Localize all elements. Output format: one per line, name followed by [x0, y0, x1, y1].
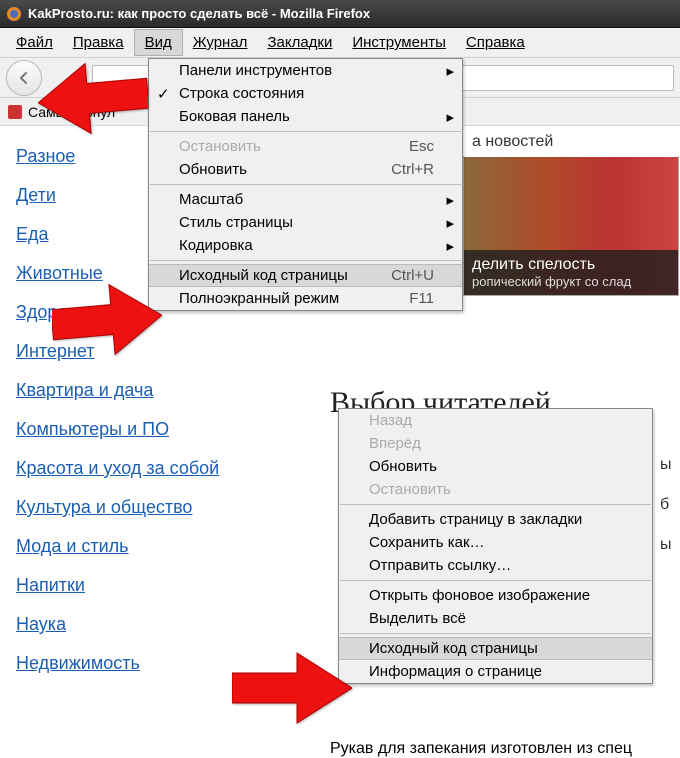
- sidebar-link[interactable]: Компьютеры и ПО: [16, 419, 276, 440]
- sidebar-link[interactable]: Культура и общество: [16, 497, 276, 518]
- menu-history[interactable]: Журнал: [183, 30, 258, 55]
- menu-separator: [150, 260, 461, 261]
- menubar: Файл Правка Вид Журнал Закладки Инструме…: [0, 28, 680, 58]
- bookmark-folder-icon: [8, 105, 22, 119]
- menu-separator: [340, 504, 651, 505]
- arrow-left-icon: [16, 70, 32, 86]
- sidebar-link[interactable]: Квартира и дача: [16, 380, 276, 401]
- menu-separator: [150, 184, 461, 185]
- firefox-icon: [6, 6, 22, 22]
- menu-help[interactable]: Справка: [456, 30, 535, 55]
- hero-title: делить спелость: [472, 256, 670, 274]
- menu-bookmarks[interactable]: Закладки: [257, 30, 342, 55]
- menu-toolbars[interactable]: Панели инструментов ▸: [149, 59, 462, 82]
- ctx-saveas[interactable]: Сохранить как…: [339, 531, 652, 554]
- ctx-back: Назад: [339, 409, 652, 432]
- sidebar-link[interactable]: Мода и стиль: [16, 536, 276, 557]
- annotation-arrow-icon: [38, 58, 148, 141]
- ctx-forward: Вперёд: [339, 432, 652, 455]
- menu-reload[interactable]: Обновить Ctrl+R: [149, 158, 462, 181]
- menu-file[interactable]: Файл: [6, 30, 63, 55]
- content-text: ы: [660, 536, 672, 554]
- menu-stop: Остановить Esc: [149, 135, 462, 158]
- chevron-right-icon: ▸: [446, 214, 454, 232]
- chevron-right-icon: ▸: [446, 237, 454, 255]
- menu-page-style[interactable]: Стиль страницы ▸: [149, 211, 462, 234]
- content-text: Рукав для запекания изготовлен из спец: [330, 740, 632, 758]
- ctx-page-source[interactable]: Исходный код страницы: [339, 637, 652, 660]
- ctx-stop: Остановить: [339, 478, 652, 501]
- menu-page-source[interactable]: Исходный код страницы Ctrl+U: [149, 264, 462, 287]
- hero-image[interactable]: а новостей делить спелость ропический фр…: [463, 156, 679, 296]
- menu-statusbar[interactable]: ✓ Строка состояния: [149, 82, 462, 105]
- back-button[interactable]: [6, 60, 42, 96]
- menu-view[interactable]: Вид: [134, 29, 183, 56]
- sidebar-link[interactable]: Напитки: [16, 575, 276, 596]
- view-menu-dropdown: Панели инструментов ▸ ✓ Строка состояния…: [148, 58, 463, 311]
- titlebar: KakProsto.ru: как просто сделать всё - M…: [0, 0, 680, 28]
- chevron-right-icon: ▸: [446, 191, 454, 209]
- content-text: б: [660, 496, 669, 514]
- menu-separator: [340, 633, 651, 634]
- menu-sidebar[interactable]: Боковая панель ▸: [149, 105, 462, 128]
- menu-zoom[interactable]: Масштаб ▸: [149, 188, 462, 211]
- ctx-view-bg[interactable]: Открыть фоновое изображение: [339, 584, 652, 607]
- menu-separator: [340, 580, 651, 581]
- ctx-reload[interactable]: Обновить: [339, 455, 652, 478]
- ctx-select-all[interactable]: Выделить всё: [339, 607, 652, 630]
- ctx-page-info[interactable]: Информация о странице: [339, 660, 652, 683]
- annotation-arrow-icon: [232, 648, 352, 731]
- hero-subtitle: ропический фрукт со слад: [472, 274, 670, 289]
- window-title: KakProsto.ru: как просто сделать всё - M…: [28, 6, 370, 21]
- hero-caption: делить спелость ропический фрукт со слад: [464, 250, 678, 295]
- check-icon: ✓: [157, 85, 170, 103]
- ctx-bookmark[interactable]: Добавить страницу в закладки: [339, 508, 652, 531]
- annotation-arrow-icon: [52, 280, 162, 363]
- menu-tools[interactable]: Инструменты: [342, 30, 456, 55]
- news-link[interactable]: а новостей: [464, 129, 678, 157]
- menu-fullscreen[interactable]: Полноэкранный режим F11: [149, 287, 462, 310]
- menu-encoding[interactable]: Кодировка ▸: [149, 234, 462, 257]
- menu-separator: [150, 131, 461, 132]
- menu-edit[interactable]: Правка: [63, 30, 134, 55]
- sidebar-link[interactable]: Наука: [16, 614, 276, 635]
- sidebar-link[interactable]: Красота и уход за собой: [16, 458, 276, 479]
- context-menu: Назад Вперёд Обновить Остановить Добавит…: [338, 408, 653, 684]
- chevron-right-icon: ▸: [446, 62, 454, 80]
- content-text: ы: [660, 456, 672, 474]
- chevron-right-icon: ▸: [446, 108, 454, 126]
- ctx-sendlink[interactable]: Отправить ссылку…: [339, 554, 652, 577]
